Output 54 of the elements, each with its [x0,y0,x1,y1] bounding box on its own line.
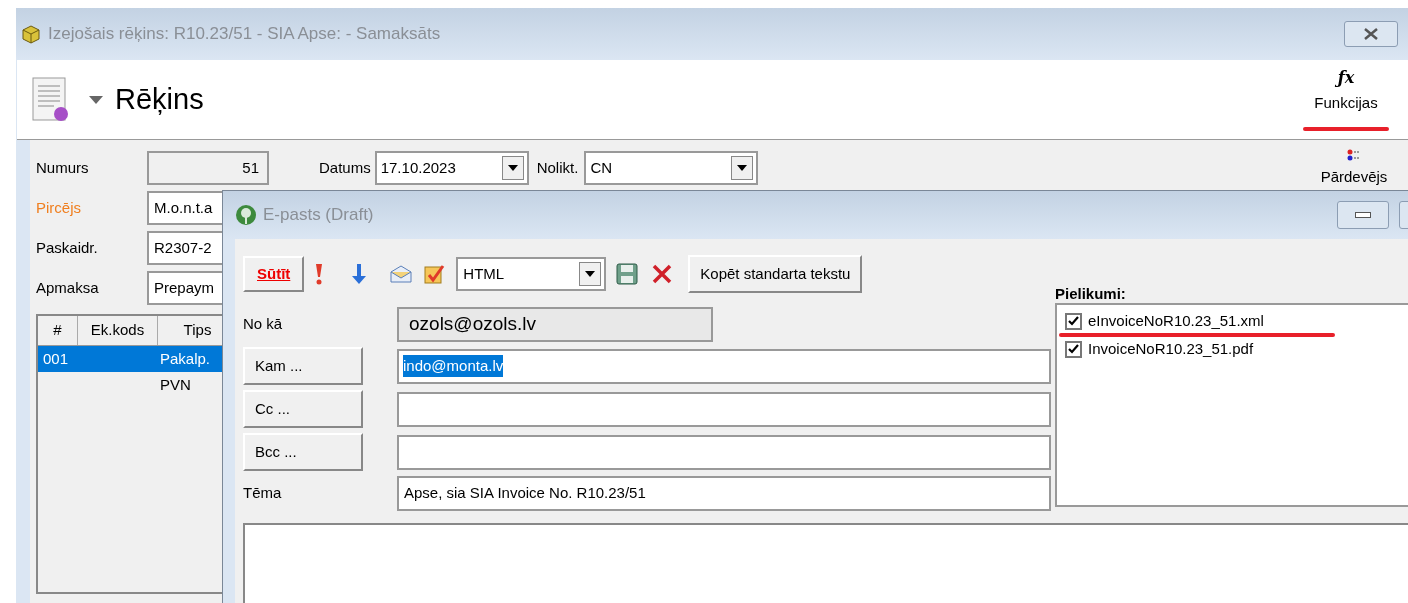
attachments-label: Pielikumi: [1055,284,1127,303]
recipient-button[interactable]: Bcc ... [243,433,363,471]
down-arrow-icon[interactable] [352,264,367,284]
window-title: E-pasts (Draft) [263,204,374,227]
checkbox[interactable] [1065,340,1082,358]
sender-field: ozols@ozols.lv [397,306,713,342]
recipient-field[interactable] [397,391,1051,427]
recipient-field[interactable] [397,434,1051,470]
column-header[interactable]: # [38,316,78,345]
recipient-button[interactable]: Cc ... [243,390,363,428]
field-label: Tēma [243,483,283,504]
minimize-icon [1355,212,1371,218]
exclamation-icon[interactable] [314,263,325,285]
tree-icon [235,204,257,226]
number-field[interactable]: 51 [147,151,269,185]
functions-button[interactable]: Funkcijas [1314,92,1378,115]
close-icon [1364,28,1378,40]
recipient-address: indo@monta.lv [403,354,504,378]
save-icon[interactable] [616,263,639,285]
field-label: Pircējs [36,197,82,218]
close-icon[interactable] [652,264,673,284]
field-label: Nolikt. [536,157,579,178]
date-field[interactable]: 17.10.2023 [374,151,529,185]
envelope-icon[interactable] [390,265,413,283]
check-document-icon[interactable] [422,263,447,285]
page-title: Rēķins [115,81,204,117]
send-button[interactable]: Sūtīt [243,256,305,292]
recipient-field[interactable]: indo@monta.lv [397,348,1051,384]
copy-text-button[interactable]: Kopēt standarta tekstu [688,255,863,293]
format-select[interactable]: HTML [456,257,607,291]
subject-field[interactable]: Apse, sia SIA Invoice No. R10.23/51 [397,476,1051,511]
document-icon [31,75,71,124]
field-label: Apmaksa [36,277,100,298]
column-header[interactable]: Ek.kods [78,316,158,345]
package-icon [20,23,42,45]
field-label: Paskaidr. [36,237,99,258]
checkbox[interactable] [1065,312,1082,330]
field-label: No kā [243,313,284,334]
close-button[interactable] [1344,21,1398,47]
recipient-button[interactable]: Kam ... [243,347,363,385]
attachment-name[interactable]: InvoiceNoR10.23_51.pdf [1088,337,1254,361]
field-label: Numurs [36,157,90,178]
window-title: Izejošais rēķins: R10.23/51 - SIA Apse: - Samaksāts [48,23,441,46]
seller-button[interactable]: Pārdevējs [1320,166,1388,189]
table-cell: Pakalp. [160,349,211,367]
warehouse-field[interactable]: CN [584,151,759,185]
seller-icon [1347,148,1361,162]
table-cell: 001 [43,349,69,367]
field-label: Datums [319,157,371,178]
table-cell: PVN [160,375,191,393]
function-icon: ƒx [1337,68,1355,89]
caret-icon[interactable] [89,95,103,104]
minimize-button[interactable] [1337,201,1389,229]
attachment-name[interactable]: eInvoiceNoR10.23_51.xml [1088,309,1264,333]
